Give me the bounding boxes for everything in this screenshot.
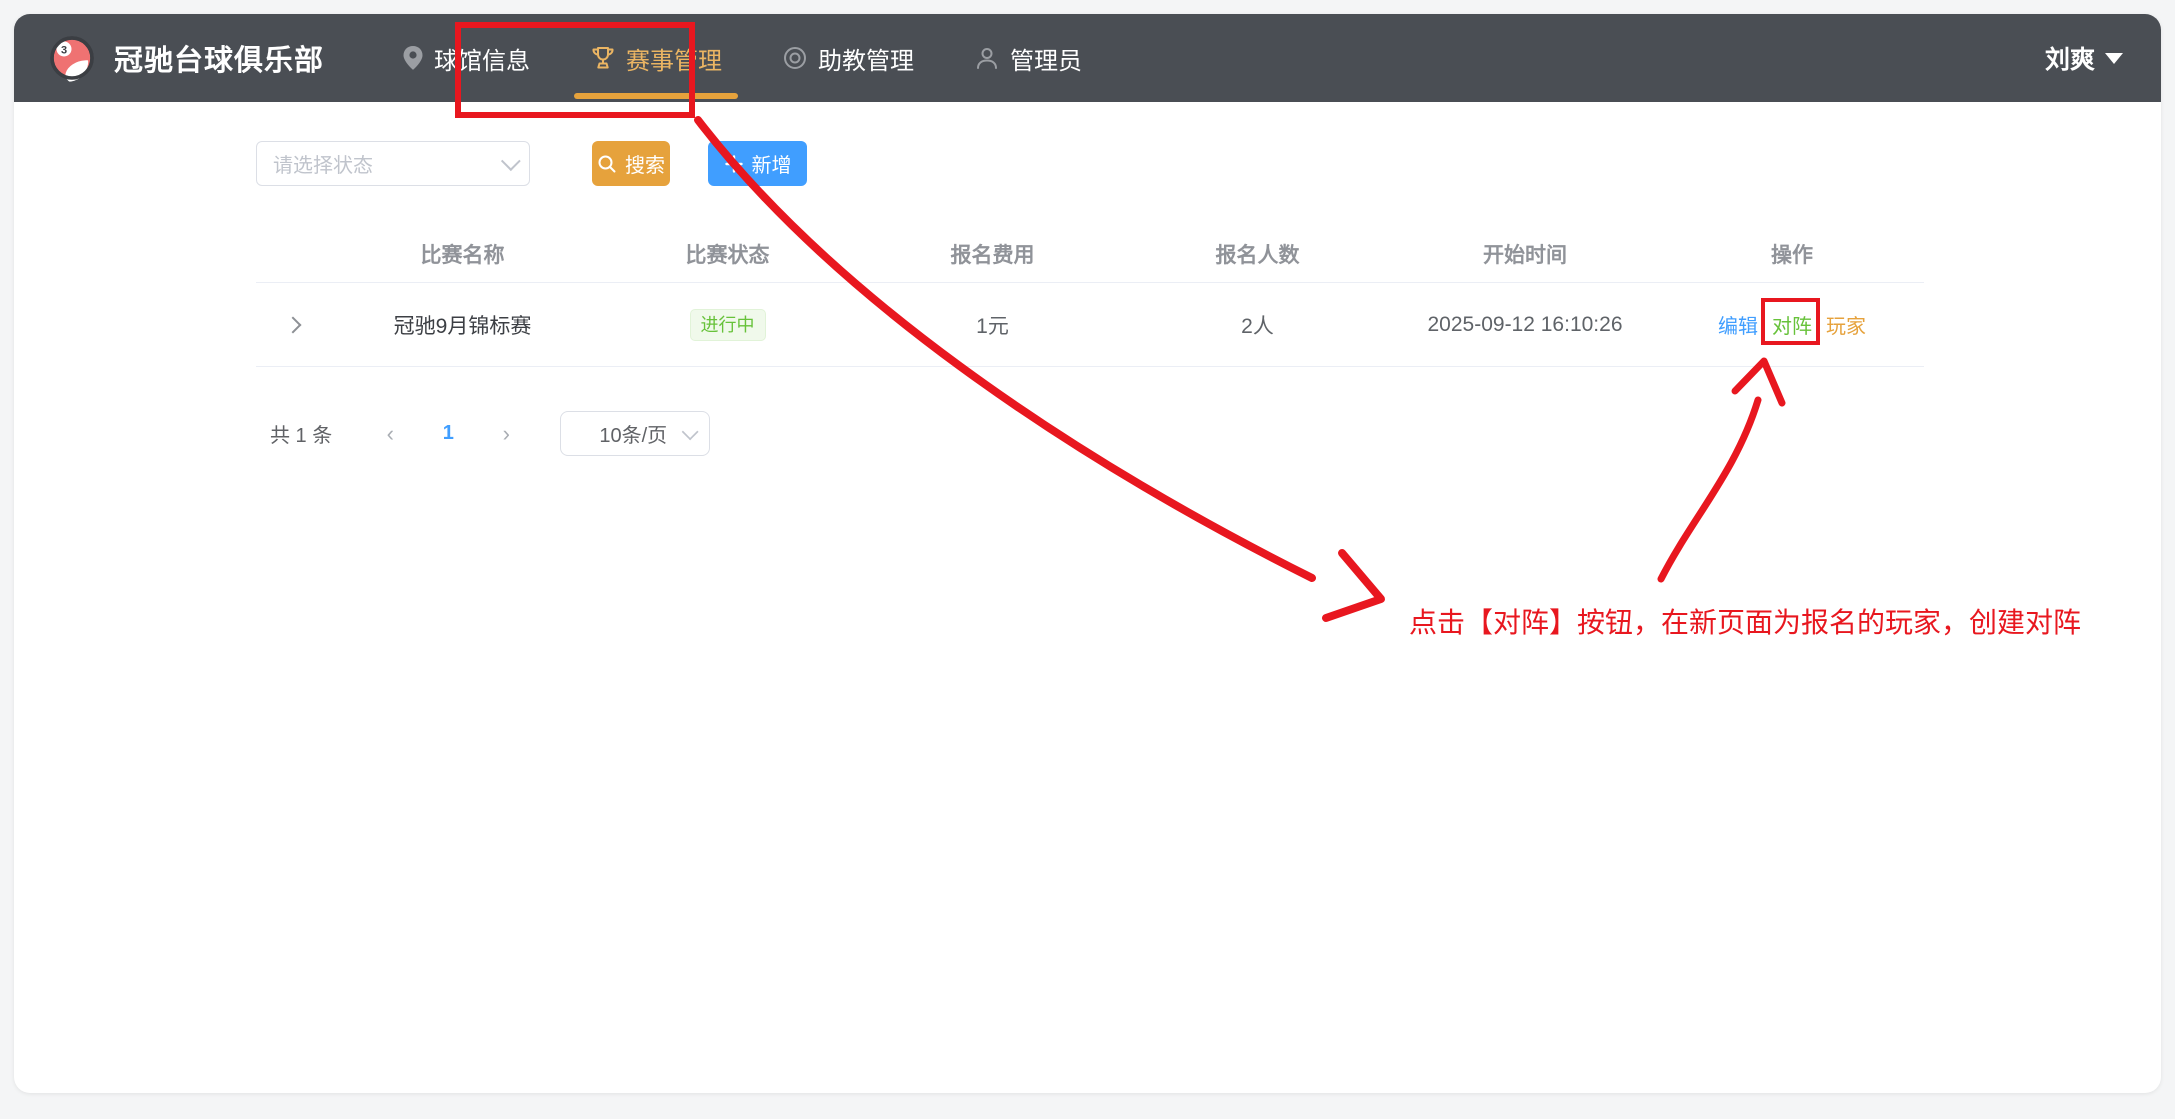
column-header-status: 比赛状态 — [595, 239, 860, 269]
location-pin-icon — [402, 45, 424, 71]
status-badge: 进行中 — [690, 309, 766, 341]
active-tab-underline — [574, 93, 738, 99]
top-navigation-bar: 3 冠驰台球俱乐部 球馆信息 — [14, 14, 2161, 102]
trophy-icon — [590, 45, 616, 71]
nav-item-label: 球馆信息 — [434, 41, 530, 76]
players-link[interactable]: 玩家 — [1826, 310, 1866, 339]
toolbar: 请选择状态 搜索 新增 — [256, 141, 807, 186]
chevron-down-icon — [682, 423, 699, 440]
search-button[interactable]: 搜索 — [592, 141, 670, 186]
caret-down-icon — [2105, 53, 2123, 64]
page-size-value: 10条/页 — [585, 419, 681, 448]
nav-item-assistant-management[interactable]: 助教管理 — [752, 14, 944, 102]
nav-item-venue-info[interactable]: 球馆信息 — [372, 14, 560, 102]
ball-number: 3 — [61, 45, 67, 57]
main-nav: 球馆信息 赛事管理 — [372, 14, 1112, 102]
chevron-down-icon — [501, 151, 521, 171]
plus-icon — [724, 154, 744, 174]
search-button-label: 搜索 — [625, 149, 665, 178]
page-number-1[interactable]: 1 — [426, 422, 470, 445]
events-table: 比赛名称 比赛状态 报名费用 报名人数 开始时间 操作 冠驰9月锦标赛 进行中 … — [256, 225, 1924, 367]
event-count: 2人 — [1125, 310, 1390, 340]
nav-item-label: 助教管理 — [818, 41, 914, 76]
chevron-left-icon[interactable]: ‹ — [370, 421, 410, 447]
pagination-total: 共 1 条 — [270, 419, 332, 448]
app-title: 冠驰台球俱乐部 — [114, 37, 324, 79]
event-fee: 1元 — [860, 310, 1125, 340]
column-header-start-time: 开始时间 — [1390, 239, 1660, 269]
add-button-label: 新增 — [752, 149, 792, 178]
matchup-link[interactable]: 对阵 — [1772, 310, 1812, 339]
row-actions: 编辑 对阵 玩家 — [1660, 310, 1924, 339]
magnifier-icon — [597, 154, 617, 174]
column-header-count: 报名人数 — [1125, 239, 1390, 269]
column-header-actions: 操作 — [1660, 239, 1924, 269]
edit-link[interactable]: 编辑 — [1718, 310, 1758, 339]
row-expand-icon[interactable] — [285, 316, 302, 333]
page-size-select[interactable]: 10条/页 — [560, 411, 710, 456]
page: 3 冠驰台球俱乐部 球馆信息 — [0, 0, 2175, 1119]
chevron-right-icon[interactable]: › — [486, 421, 526, 447]
table-header-row: 比赛名称 比赛状态 报名费用 报名人数 开始时间 操作 — [256, 225, 1924, 283]
nav-item-event-management[interactable]: 赛事管理 — [560, 14, 752, 102]
pagination: 共 1 条 ‹ 1 › 10条/页 — [270, 411, 710, 456]
event-name: 冠驰9月锦标赛 — [330, 310, 595, 340]
nav-item-label: 管理员 — [1010, 41, 1082, 76]
status-select-placeholder: 请选择状态 — [273, 149, 501, 178]
user-name: 刘爽 — [2045, 40, 2095, 76]
column-header-name: 比赛名称 — [330, 239, 595, 269]
target-circle-icon — [782, 45, 808, 71]
table-row: 冠驰9月锦标赛 进行中 1元 2人 2025-09-12 16:10:26 编辑… — [256, 283, 1924, 367]
user-icon — [974, 45, 1000, 71]
add-button[interactable]: 新增 — [708, 141, 807, 186]
event-start-time: 2025-09-12 16:10:26 — [1390, 313, 1660, 337]
nav-item-label: 赛事管理 — [626, 41, 722, 76]
app-card: 3 冠驰台球俱乐部 球馆信息 — [14, 14, 2161, 1093]
billiard-ball-icon: 3 — [48, 34, 96, 82]
nav-item-administrator[interactable]: 管理员 — [944, 14, 1112, 102]
status-select[interactable]: 请选择状态 — [256, 141, 530, 186]
user-menu[interactable]: 刘爽 — [2045, 40, 2123, 76]
column-header-fee: 报名费用 — [860, 239, 1125, 269]
